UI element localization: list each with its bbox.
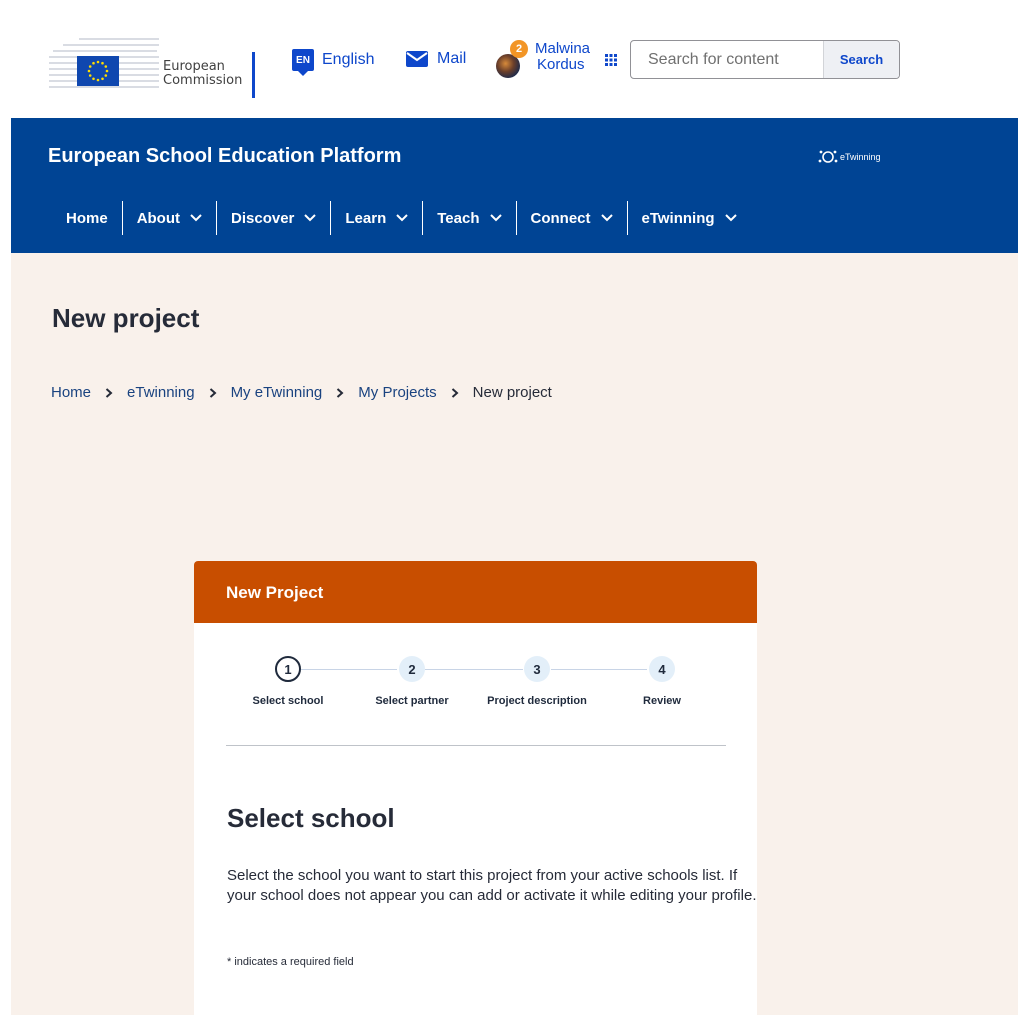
mail-link[interactable]: Mail xyxy=(405,50,466,68)
stepper-connector xyxy=(425,669,523,670)
wizard-stepper: 1 2 3 4 Select school Select partner Pro… xyxy=(194,623,757,743)
mail-label: Mail xyxy=(437,50,467,67)
wizard-divider xyxy=(226,745,726,746)
nav-learn[interactable]: Learn xyxy=(330,201,422,235)
nav-home[interactable]: Home xyxy=(48,201,122,235)
nav-etwinning[interactable]: eTwinning xyxy=(626,201,751,235)
logo-divider xyxy=(252,52,255,98)
nav-about[interactable]: About xyxy=(121,201,216,235)
nav-connect-label: Connect xyxy=(530,209,591,227)
nav-learn-label: Learn xyxy=(345,209,387,227)
nav-home-label: Home xyxy=(66,209,108,227)
nav-about-label: About xyxy=(136,209,181,227)
step-1-label: Select school xyxy=(252,695,324,707)
breadcrumb-my-projects[interactable]: My Projects xyxy=(358,384,436,401)
etwinning-logo-text: eTwinning xyxy=(840,152,881,162)
nav-connect[interactable]: Connect xyxy=(515,201,627,235)
step-4-label: Review xyxy=(643,695,681,707)
mail-icon xyxy=(406,51,428,67)
chevron-right-icon xyxy=(337,387,344,398)
breadcrumb-current: New project xyxy=(472,384,552,401)
search-button[interactable]: Search xyxy=(823,41,899,78)
chevron-right-icon xyxy=(105,387,113,398)
step-4: 4 xyxy=(649,656,675,682)
breadcrumb: Home eTwinning My eTwinning My Projects … xyxy=(51,384,552,401)
logo-line-1: European xyxy=(163,59,225,74)
chevron-down-icon xyxy=(600,214,613,222)
chevron-down-icon xyxy=(489,214,502,222)
step-2-label: Select partner xyxy=(375,695,449,707)
site-title[interactable]: European School Education Platform xyxy=(48,145,401,168)
logo-line-2: Commission xyxy=(163,73,243,88)
chevron-right-icon xyxy=(451,387,459,398)
user-last-name: Kordus xyxy=(537,56,585,73)
step-2: 2 xyxy=(399,656,425,682)
nav-teach[interactable]: Teach xyxy=(422,201,515,235)
notification-badge: 2 xyxy=(510,40,528,58)
etwinning-logo[interactable]: eTwinning xyxy=(818,149,881,165)
nav-teach-label: Teach xyxy=(437,209,480,227)
step-3-label: Project description xyxy=(487,695,587,707)
user-first-name: Malwina xyxy=(535,40,591,57)
nav-etwinning-label: eTwinning xyxy=(641,209,715,227)
breadcrumb-etwinning[interactable]: eTwinning xyxy=(127,384,195,401)
apps-grid-icon[interactable] xyxy=(604,53,618,67)
logo-text: European Commission xyxy=(163,60,242,88)
step-3: 3 xyxy=(524,656,550,682)
section-description: Select the school you want to start this… xyxy=(227,867,757,904)
chevron-down-icon xyxy=(304,214,317,222)
required-field-note: * indicates a required field xyxy=(227,956,354,968)
search-input[interactable] xyxy=(631,41,823,78)
stepper-connector xyxy=(301,669,397,670)
page-title: New project xyxy=(52,303,200,333)
wizard-header: New Project xyxy=(194,561,757,623)
stepper-connector xyxy=(551,669,647,670)
language-label: English xyxy=(322,51,375,68)
search-box: Search xyxy=(630,40,900,79)
new-project-wizard: New Project 1 2 3 4 Select school Select… xyxy=(194,561,757,1015)
top-header: European Commission EN English Mail 2 Ma… xyxy=(11,10,1018,118)
site-banner: European School Education Platform eTwin… xyxy=(11,118,1018,253)
main-content: New project Home eTwinning My eTwinning … xyxy=(11,253,1018,1015)
nav-discover-label: Discover xyxy=(231,209,295,227)
etwinning-logo-icon xyxy=(818,150,838,163)
chevron-down-icon xyxy=(190,214,202,222)
step-1: 1 xyxy=(275,656,301,682)
nav-discover[interactable]: Discover xyxy=(216,201,330,235)
language-selector[interactable]: EN English xyxy=(292,49,375,76)
eu-flag-icon xyxy=(77,56,119,86)
chevron-right-icon xyxy=(209,387,217,398)
language-code-badge: EN xyxy=(292,49,314,76)
european-commission-logo[interactable]: European Commission xyxy=(49,32,274,98)
main-navigation: Home About Discover Learn Teach Connect … xyxy=(48,201,751,235)
chevron-down-icon xyxy=(396,214,408,222)
breadcrumb-my-etwinning[interactable]: My eTwinning xyxy=(231,384,323,401)
chevron-down-icon xyxy=(724,214,737,222)
user-menu[interactable]: 2 Malwina Kordus xyxy=(494,40,624,88)
breadcrumb-home[interactable]: Home xyxy=(51,384,91,401)
wizard-header-title: New Project xyxy=(226,583,324,602)
section-title: Select school xyxy=(227,803,395,833)
